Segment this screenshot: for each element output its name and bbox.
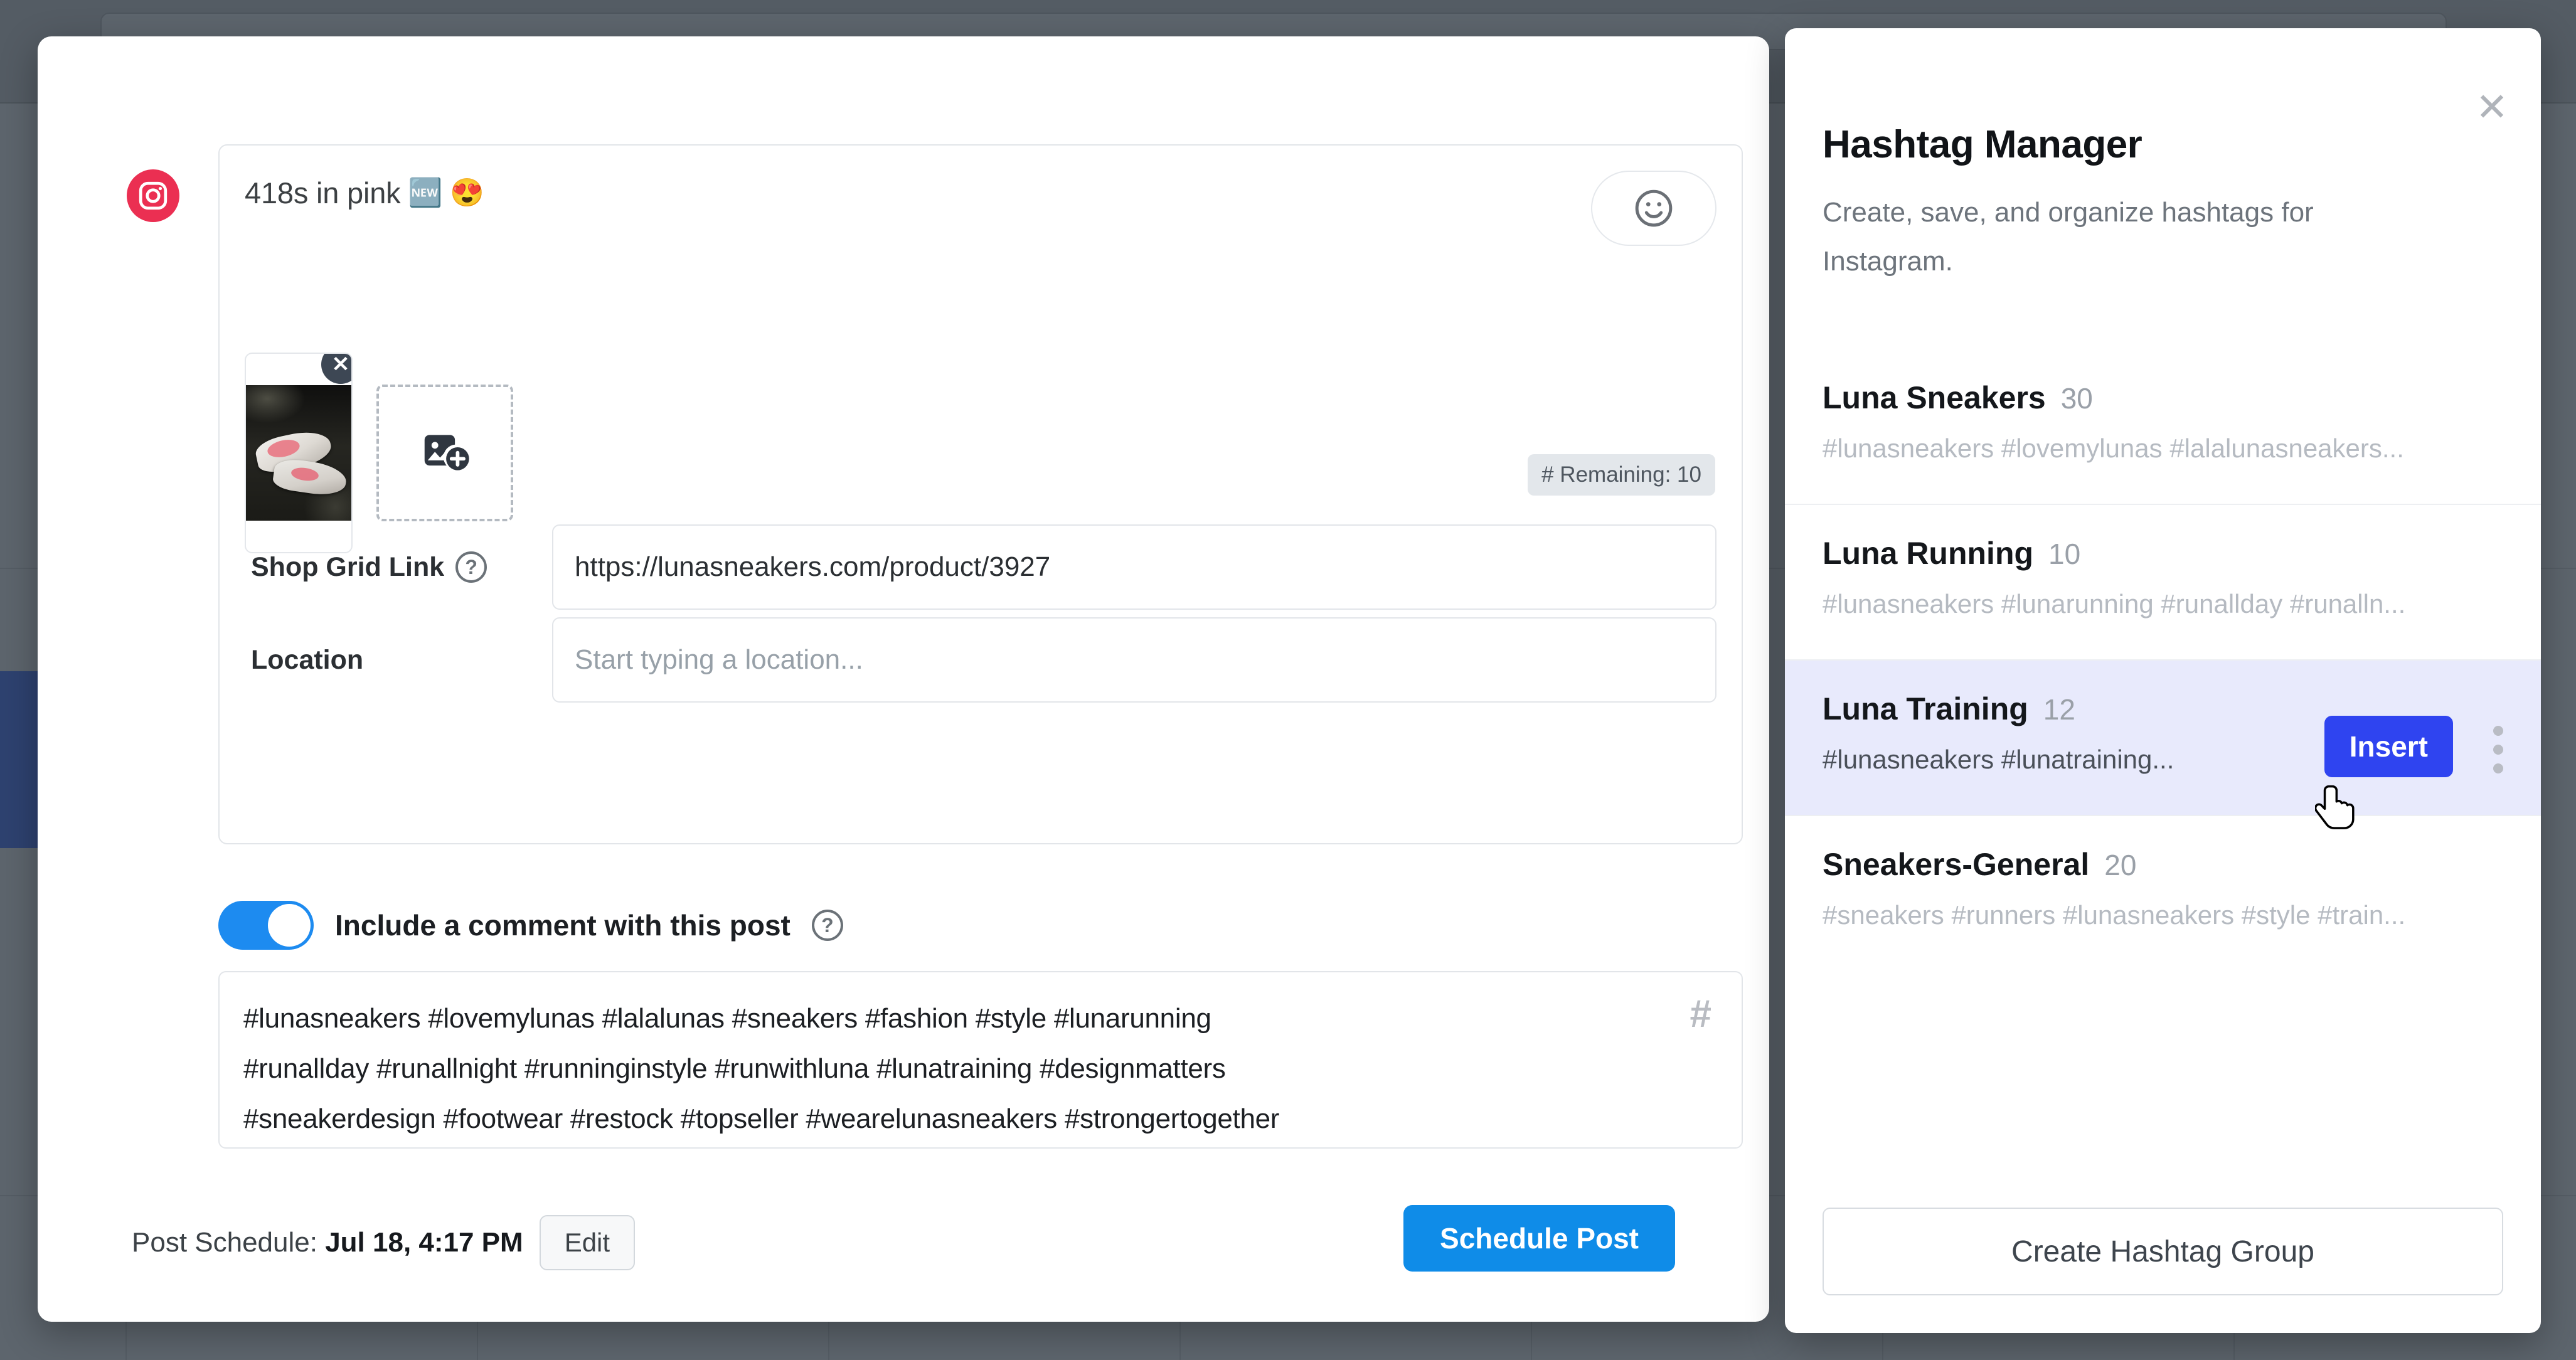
schedule-post-button[interactable]: Schedule Post xyxy=(1403,1205,1675,1272)
edit-schedule-button[interactable]: Edit xyxy=(540,1215,635,1270)
create-hashtag-group-button[interactable]: Create Hashtag Group xyxy=(1823,1208,2503,1295)
caption-text: 418s in pink xyxy=(245,176,400,210)
add-image-button[interactable] xyxy=(376,385,513,521)
group-count: 10 xyxy=(2048,537,2080,571)
post-composer-dialog: 418s in pink 🆕 😍 xyxy=(38,36,1769,1322)
group-name: Luna Sneakers xyxy=(1823,380,2046,416)
close-icon[interactable]: ✕ xyxy=(321,353,353,384)
post-schedule-value: Jul 18, 4:17 PM xyxy=(325,1227,523,1258)
group-header: Luna Sneakers 30 xyxy=(1823,380,2503,416)
list-item[interactable]: Luna Training 12 #lunasneakers #lunatrai… xyxy=(1785,661,2541,816)
include-comment-label: Include a comment with this post xyxy=(335,908,790,942)
group-name: Luna Running xyxy=(1823,535,2033,571)
shop-grid-link-label-wrap: Shop Grid Link ? xyxy=(245,551,552,583)
group-tags: #sneakers #runners #lunasneakers #style … xyxy=(1823,900,2469,930)
hashtag-manager-panel: ✕ Hashtag Manager Create, save, and orga… xyxy=(1785,28,2541,1333)
media-strip: ✕ xyxy=(245,353,513,553)
include-comment-row: Include a comment with this post ? xyxy=(218,901,843,950)
post-schedule-wrap: Post Schedule: Jul 18, 4:17 PM Edit xyxy=(132,1215,635,1270)
heart-eyes-emoji: 😍 xyxy=(450,179,484,207)
group-tags: #lunasneakers #lovemylunas #lalalunasnea… xyxy=(1823,433,2469,464)
group-header: Sneakers-General 20 xyxy=(1823,846,2503,883)
media-thumbnail[interactable]: ✕ xyxy=(245,353,353,553)
hashtag-icon[interactable]: # xyxy=(1690,995,1711,1034)
caption-editor[interactable]: 418s in pink 🆕 😍 xyxy=(245,176,484,210)
group-count: 12 xyxy=(2043,693,2075,726)
shop-grid-link-row: Shop Grid Link ? https://lunasneakers.co… xyxy=(245,524,1716,610)
post-schedule-text: Post Schedule: Jul 18, 4:17 PM xyxy=(132,1227,523,1258)
post-schedule-prefix: Post Schedule: xyxy=(132,1227,317,1258)
close-icon[interactable]: ✕ xyxy=(2476,96,2508,119)
question-mark-icon[interactable]: ? xyxy=(455,551,487,583)
hashtag-group-list: Luna Sneakers 30 #lunasneakers #lovemylu… xyxy=(1785,349,2541,972)
question-mark-icon[interactable]: ? xyxy=(812,910,843,941)
location-label: Location xyxy=(251,645,363,676)
group-header: Luna Running 10 xyxy=(1823,535,2503,571)
group-name: Luna Training xyxy=(1823,691,2028,727)
shop-grid-link-input[interactable]: https://lunasneakers.com/product/3927 xyxy=(552,524,1716,610)
smiley-face-icon xyxy=(1632,186,1676,230)
list-item[interactable]: Sneakers-General 20 #sneakers #runners #… xyxy=(1785,816,2541,972)
group-tags: #lunasneakers #lunatraining... xyxy=(1823,745,2211,775)
group-tags: #lunasneakers #lunarunning #runallday #r… xyxy=(1823,589,2469,619)
emoji-picker-button[interactable] xyxy=(1591,171,1716,246)
location-input[interactable]: Start typing a location... xyxy=(552,617,1716,703)
location-label-wrap: Location xyxy=(245,645,552,676)
panel-subtitle: Create, save, and organize hashtags for … xyxy=(1823,188,2419,286)
add-image-icon xyxy=(418,426,472,480)
composer-footer: Post Schedule: Jul 18, 4:17 PM Edit Sche… xyxy=(38,1177,1769,1322)
sneaker-photo xyxy=(246,385,351,521)
shop-grid-link-label: Shop Grid Link xyxy=(251,552,444,583)
include-comment-toggle[interactable] xyxy=(218,901,314,950)
list-item[interactable]: Luna Sneakers 30 #lunasneakers #lovemylu… xyxy=(1785,349,2541,505)
location-row: Location Start typing a location... xyxy=(245,617,1716,703)
more-vertical-icon[interactable] xyxy=(2493,726,2503,773)
hashtag-remaining-badge: # Remaining: 10 xyxy=(1528,454,1715,496)
comment-textarea[interactable]: #lunasneakers #lovemylunas #lalalunas #s… xyxy=(218,971,1743,1149)
group-count: 20 xyxy=(2104,848,2136,882)
new-emoji: 🆕 xyxy=(408,179,442,207)
list-item[interactable]: Luna Running 10 #lunasneakers #lunarunni… xyxy=(1785,505,2541,661)
group-count: 30 xyxy=(2061,381,2093,415)
group-name: Sneakers-General xyxy=(1823,846,2089,883)
comment-hashtags-text: #lunasneakers #lovemylunas #lalalunas #s… xyxy=(243,994,1718,1144)
insert-button[interactable]: Insert xyxy=(2324,716,2453,777)
panel-title: Hashtag Manager xyxy=(1823,122,2142,167)
toggle-knob xyxy=(268,904,311,947)
caption-card: 418s in pink 🆕 😍 xyxy=(218,144,1743,844)
instagram-icon xyxy=(127,169,179,222)
